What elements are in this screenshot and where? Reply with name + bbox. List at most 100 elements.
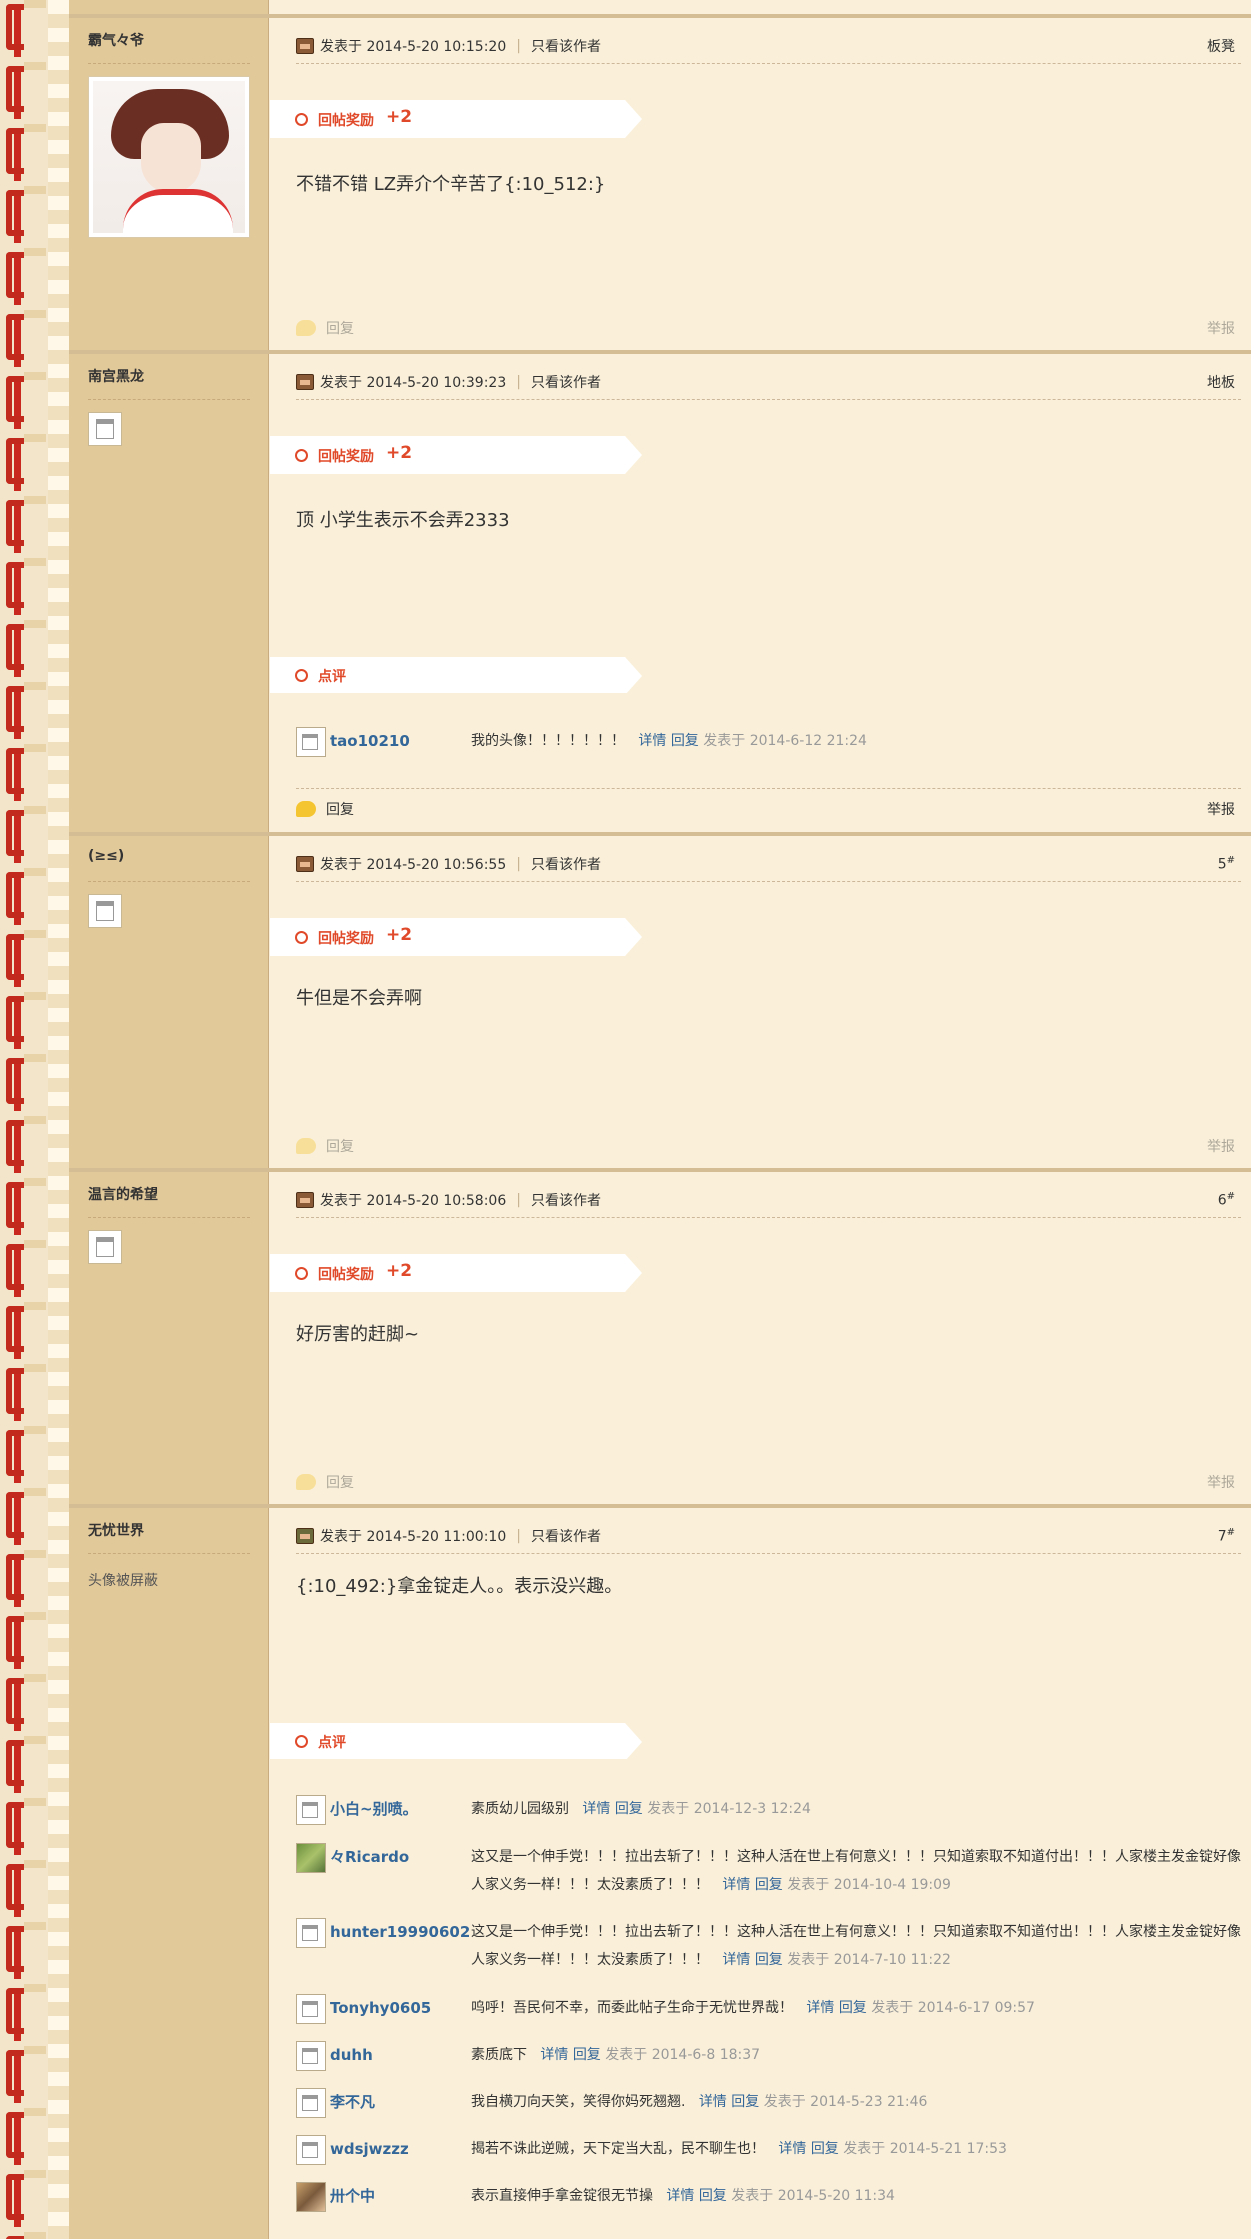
post-time: 发表于 2014-5-20 10:58:06: [320, 1192, 507, 1209]
reward-label: 回帖奖励: [318, 449, 374, 465]
comment-avatar[interactable]: [296, 1843, 326, 1873]
comment-user[interactable]: 卅个中: [330, 2182, 460, 2210]
post-item: 无忧世界 头像被屏蔽 发表于 2014-5-20 11:00:10 | 只看该作…: [69, 1504, 1251, 2239]
report-button[interactable]: 举报: [1207, 318, 1235, 338]
comment-body: 呜呼！吾民何不幸，而委此帖子生命于无忧世界哉！ 详情 回复 发表于 2014-6…: [471, 1994, 1241, 2022]
broken-image-icon: [302, 2048, 318, 2064]
only-author-link[interactable]: 只看该作者: [531, 1526, 601, 1546]
only-author-link[interactable]: 只看该作者: [531, 372, 601, 392]
online-status-icon: [296, 373, 314, 390]
comment-avatar[interactable]: [296, 2088, 326, 2118]
comment-reply-link[interactable]: 回复: [811, 2141, 839, 2157]
reply-button[interactable]: 回复: [326, 799, 354, 819]
comment-reply-link[interactable]: 回复: [573, 2047, 601, 2063]
avatar[interactable]: [88, 76, 250, 238]
border-hook-ornament: [6, 1182, 24, 1228]
comment-user[interactable]: hunter19990602: [330, 1918, 470, 1946]
only-author-link[interactable]: 只看该作者: [531, 36, 601, 56]
comment-time: 发表于 2014-10-4 19:09: [787, 1877, 951, 1893]
comment-detail-link[interactable]: 详情: [806, 2000, 834, 2016]
comment-reply-link[interactable]: 回复: [731, 2094, 759, 2110]
comment-detail-link[interactable]: 详情: [540, 2047, 568, 2063]
border-hook-ornament: [6, 1492, 24, 1538]
report-button[interactable]: 举报: [1207, 1136, 1235, 1156]
comment-text: 我自横刀向天笑，笑得你妈死翘翘.: [471, 2094, 686, 2110]
border-hook-ornament: [6, 1926, 24, 1972]
post-time: 发表于 2014-5-20 10:15:20: [320, 38, 507, 55]
comment-avatar[interactable]: [296, 1994, 326, 2024]
author-name[interactable]: 南宫黑龙: [88, 366, 250, 400]
floor-label: 地板: [1207, 374, 1235, 391]
comment-avatar[interactable]: [296, 2182, 326, 2212]
report-button[interactable]: 举报: [1207, 1472, 1235, 1492]
border-hook-ornament: [6, 128, 24, 174]
border-hook-ornament: [6, 1678, 24, 1724]
broken-image-icon: [302, 2095, 318, 2111]
comment-reply-link[interactable]: 回复: [755, 1952, 783, 1968]
comment-avatar[interactable]: [296, 1795, 326, 1825]
comment-detail-link[interactable]: 详情: [699, 2094, 727, 2110]
border-hook-ornament: [6, 872, 24, 918]
comment-time: 发表于 2014-7-10 11:22: [787, 1952, 951, 1968]
comment-detail-link[interactable]: 详情: [666, 2188, 694, 2204]
comment-reply-link[interactable]: 回复: [755, 1877, 783, 1893]
comment-reply-link[interactable]: 回复: [699, 2188, 727, 2204]
comment-reply-link[interactable]: 回复: [671, 733, 699, 749]
comment-avatar[interactable]: [296, 2041, 326, 2071]
floor-number[interactable]: 地板: [1207, 372, 1235, 392]
border-hook-ornament: [6, 1988, 24, 2034]
comment-user[interactable]: tao10210: [330, 727, 460, 755]
reply-button[interactable]: 回复: [326, 318, 354, 338]
floor-number[interactable]: 5#: [1218, 855, 1235, 873]
comment-detail-link[interactable]: 详情: [722, 1877, 750, 1893]
comment-user[interactable]: duhh: [330, 2041, 460, 2069]
reply-button[interactable]: 回复: [326, 1472, 354, 1492]
comment-avatar[interactable]: [296, 1918, 326, 1948]
reward-circle-icon: [295, 931, 308, 944]
comment-user[interactable]: wdsjwzzz: [330, 2135, 460, 2163]
comment-reply-link[interactable]: 回复: [839, 2000, 867, 2016]
author-name[interactable]: 霸气々爷: [88, 30, 250, 64]
comment-user[interactable]: Tonyhy0605: [330, 1994, 460, 2022]
comment-detail-link[interactable]: 详情: [582, 1801, 610, 1817]
comment-item: duhh 素质底下 详情 回复 发表于 2014-6-8 18:37: [296, 2041, 1241, 2071]
reply-button[interactable]: 回复: [326, 1136, 354, 1156]
floor-number[interactable]: 板凳: [1207, 36, 1235, 56]
comment-user[interactable]: 々Ricardo: [330, 1843, 460, 1871]
comment-detail-link[interactable]: 详情: [722, 1952, 750, 1968]
border-hook-ornament: [6, 1368, 24, 1414]
comment-detail-link[interactable]: 详情: [638, 733, 666, 749]
comment-ribbon: 点评: [270, 1723, 642, 1759]
border-hook-ornament: [6, 314, 24, 360]
avatar[interactable]: [88, 1230, 122, 1264]
author-name[interactable]: (≥≤): [88, 848, 250, 882]
report-button[interactable]: 举报: [1207, 799, 1235, 819]
only-author-link[interactable]: 只看该作者: [531, 854, 601, 874]
broken-image-icon: [96, 1237, 114, 1257]
comment-avatar[interactable]: [296, 727, 326, 757]
author-name[interactable]: 无忧世界: [88, 1520, 250, 1554]
comment-detail-link[interactable]: 详情: [778, 2141, 806, 2157]
floor-number[interactable]: 7#: [1218, 1527, 1235, 1545]
comment-avatar[interactable]: [296, 2135, 326, 2165]
avatar-cloth: [123, 189, 233, 233]
comment-user[interactable]: 小白~别喷。: [330, 1795, 460, 1823]
comment-item: tao10210 我的头像！！！！！！！ 详情 回复 发表于 2014-6-12…: [296, 727, 1241, 757]
post-footer: 回复 举报: [296, 788, 1241, 828]
post-item: 温言的希望 发表于 2014-5-20 10:58:06 | 只看该作者 6# …: [69, 1168, 1251, 1504]
comment-body: 揭若不诛此逆贼，天下定当大乱，民不聊生也！ 详情 回复 发表于 2014-5-2…: [471, 2135, 1241, 2163]
border-hook-ornament: [6, 2112, 24, 2158]
floor-number[interactable]: 6#: [1218, 1191, 1235, 1209]
avatar[interactable]: [88, 412, 122, 446]
avatar[interactable]: [88, 894, 122, 928]
border-hook-ornament: [6, 562, 24, 608]
comment-item: 卅个中 表示直接伸手拿金锭很无节操 详情 回复 发表于 2014-5-20 11…: [296, 2182, 1241, 2212]
comment-item: Tonyhy0605 呜呼！吾民何不幸，而委此帖子生命于无忧世界哉！ 详情 回复…: [296, 1994, 1241, 2024]
comment-reply-link[interactable]: 回复: [615, 1801, 643, 1817]
avatar-blocked-text: 头像被屏蔽: [88, 1573, 158, 1589]
comment-user[interactable]: 李不凡: [330, 2088, 460, 2116]
comment-body: 我的头像！！！！！！！ 详情 回复 发表于 2014-6-12 21:24: [471, 727, 1241, 755]
author-name[interactable]: 温言的希望: [88, 1184, 250, 1218]
only-author-link[interactable]: 只看该作者: [531, 1190, 601, 1210]
reward-points: +2: [386, 925, 413, 945]
